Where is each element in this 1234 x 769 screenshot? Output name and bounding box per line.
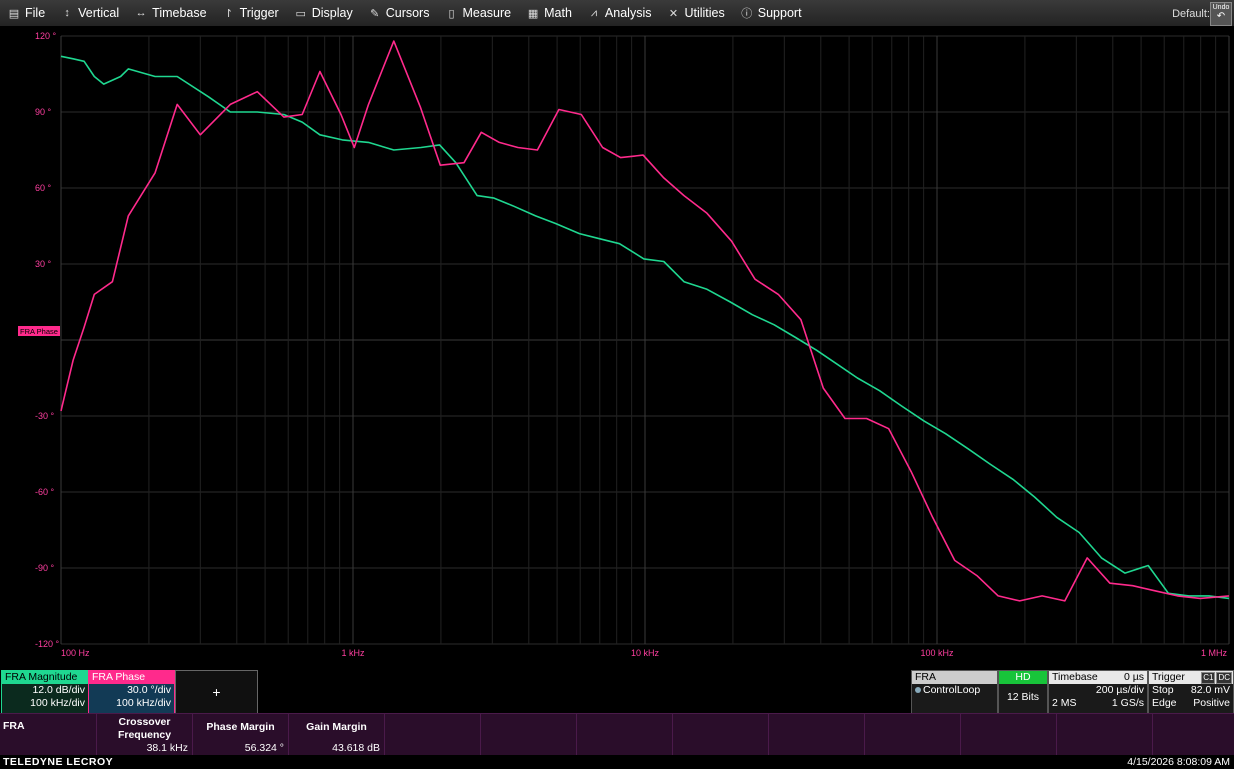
hd-status-box[interactable]: HD 12 Bits	[998, 670, 1048, 714]
menu-trigger[interactable]: ↾ Trigger	[215, 0, 287, 26]
x-tick-label: 1 MHz	[1201, 648, 1228, 658]
phase-vertical-scale: 30.0 °/div	[127, 684, 171, 696]
menu-utilities[interactable]: ✕ Utilities	[659, 0, 732, 26]
y-tick-label: 90 °	[35, 107, 52, 117]
measure-icon: ▯	[448, 7, 455, 20]
magnitude-title: FRA Magnitude	[2, 671, 88, 684]
results-col-crossover: Crossover Frequency 38.1 kHz	[97, 714, 193, 756]
y-tick-label: 60 °	[35, 183, 52, 193]
timebase-title: Timebase	[1052, 671, 1098, 683]
x-tick-label: 100 Hz	[61, 648, 90, 658]
trigger-slope: Positive	[1193, 697, 1230, 709]
timebase-icon: ↔	[135, 7, 147, 19]
analysis-icon: ⩘	[590, 6, 598, 19]
cursors-icon: ✎	[370, 7, 380, 20]
magnitude-vertical-scale: 12.0 dB/div	[32, 684, 85, 696]
x-tick-label: 100 kHz	[920, 648, 954, 658]
brand-logo: TELEDYNE LECROY	[3, 756, 114, 768]
math-icon: ▦	[527, 7, 539, 20]
footer: TELEDYNE LECROY 4/15/2026 8:08:09 AM	[0, 755, 1234, 769]
x-tick-label: 10 kHz	[631, 648, 660, 658]
support-icon: ⓘ	[741, 8, 753, 20]
phase-horizontal-scale: 100 kHz/div	[116, 697, 171, 709]
phase-margin-header: Phase Margin	[206, 721, 275, 733]
y-tick-label: -30 °	[35, 411, 55, 421]
crossover-header: Crossover Frequency	[117, 716, 172, 741]
utilities-icon: ✕	[668, 7, 679, 20]
setup-default-label: Default:	[1172, 8, 1210, 20]
fra-status-value: ControlLoop	[923, 684, 981, 696]
trigger-type: Edge	[1152, 697, 1177, 709]
phase-margin-value: 56.324 °	[244, 742, 284, 754]
results-empty-col	[1057, 714, 1153, 756]
menu-bar: ▤ File ↕ Vertical ↔ Timebase ↾ Trigger ▭ Disp…	[0, 0, 1234, 27]
results-empty-col	[577, 714, 673, 756]
trigger-icon: ↾	[223, 7, 234, 20]
results-name-cell: FRA	[0, 714, 97, 756]
menu-measure[interactable]: ▯ Measure	[437, 0, 519, 26]
trace-marker-label: FRA Phase	[20, 327, 58, 336]
undo-icon: ↶	[1216, 11, 1226, 22]
menu-math[interactable]: ▦ Math	[519, 0, 580, 26]
results-empty-col	[769, 714, 865, 756]
fra-results-table[interactable]: FRA Crossover Frequency 38.1 kHz Phase M…	[0, 713, 1234, 756]
y-tick-label: -120 °	[35, 639, 60, 649]
timebase-delay: 0 µs	[1123, 671, 1144, 683]
x-tick-label: 1 kHz	[341, 648, 365, 658]
trigger-coupling-badge: DC	[1216, 672, 1232, 684]
phase-title: FRA Phase	[89, 671, 174, 684]
fra-plot[interactable]: 120 ° 90 ° 60 ° 30 ° -30 ° -60 ° -90 ° -120 ° 1…	[0, 26, 1234, 658]
trigger-status-box[interactable]: Trigger C1 DC Stop 82.0 mV Edge Positive	[1148, 670, 1234, 714]
menu-timebase[interactable]: ↔ Timebase	[127, 0, 214, 26]
trigger-channel-badge: C1	[1201, 672, 1216, 684]
gain-margin-header: Gain Margin	[306, 721, 367, 733]
fra-status-box[interactable]: FRA ControlLoop	[911, 670, 998, 714]
fra-status-title: FRA	[912, 671, 997, 684]
y-tick-label: -90 °	[35, 563, 55, 573]
results-col-gain-margin: Gain Margin 43.618 dB	[289, 714, 385, 756]
gain-margin-value: 43.618 dB	[332, 742, 380, 754]
hd-bits: 12 Bits	[1006, 691, 1040, 703]
y-tick-label: -60 °	[35, 487, 55, 497]
menu-cursors[interactable]: ✎ Cursors	[361, 0, 438, 26]
timebase-div: 200 µs/div	[1095, 684, 1144, 696]
timebase-status-box[interactable]: Timebase 0 µs 200 µs/div 2 MS 1 GS/s	[1048, 670, 1148, 714]
hd-status-title: HD	[999, 671, 1047, 684]
y-tick-label: 120 °	[35, 31, 57, 41]
results-name: FRA	[3, 720, 25, 732]
fra-magnitude-descriptor[interactable]: FRA Magnitude 12.0 dB/div 100 kHz/div	[1, 670, 89, 714]
undo-label: Undo	[1212, 4, 1230, 11]
trigger-level: 82.0 mV	[1190, 684, 1230, 696]
undo-button[interactable]: Undo ↶	[1210, 2, 1232, 26]
trigger-mode: Stop	[1152, 684, 1174, 696]
menu-vertical[interactable]: ↕ Vertical	[53, 0, 127, 26]
results-empty-col	[961, 714, 1057, 756]
display-icon: ▭	[295, 7, 306, 20]
menu-analysis[interactable]: ⩘ Analysis	[580, 0, 660, 26]
results-empty-col	[481, 714, 577, 756]
results-empty-col	[673, 714, 769, 756]
timestamp: 4/15/2026 8:08:09 AM	[1127, 756, 1230, 768]
timebase-rate: 1 GS/s	[1111, 697, 1144, 709]
add-icon: +	[212, 684, 221, 700]
crossover-value: 38.1 kHz	[146, 742, 188, 754]
menu-support[interactable]: ⓘ Support	[733, 0, 810, 26]
trace-marker[interactable]: FRA Phase	[18, 326, 60, 336]
menu-file[interactable]: ▤ File	[0, 0, 53, 26]
add-trace-button[interactable]: +	[175, 670, 258, 714]
timebase-samples: 2 MS	[1052, 697, 1077, 709]
vertical-icon: ↕	[64, 7, 70, 19]
file-icon: ▤	[8, 7, 20, 20]
fra-phase-descriptor[interactable]: FRA Phase 30.0 °/div 100 kHz/div	[88, 670, 175, 714]
results-empty-col	[865, 714, 961, 756]
results-empty-col	[385, 714, 481, 756]
magnitude-horizontal-scale: 100 kHz/div	[30, 697, 85, 709]
trigger-title: Trigger	[1152, 671, 1185, 683]
menu-display[interactable]: ▭ Display	[287, 0, 361, 26]
y-tick-label: 30 °	[35, 259, 52, 269]
radio-dot-icon	[915, 687, 921, 693]
results-col-phase-margin: Phase Margin 56.324 °	[193, 714, 289, 756]
